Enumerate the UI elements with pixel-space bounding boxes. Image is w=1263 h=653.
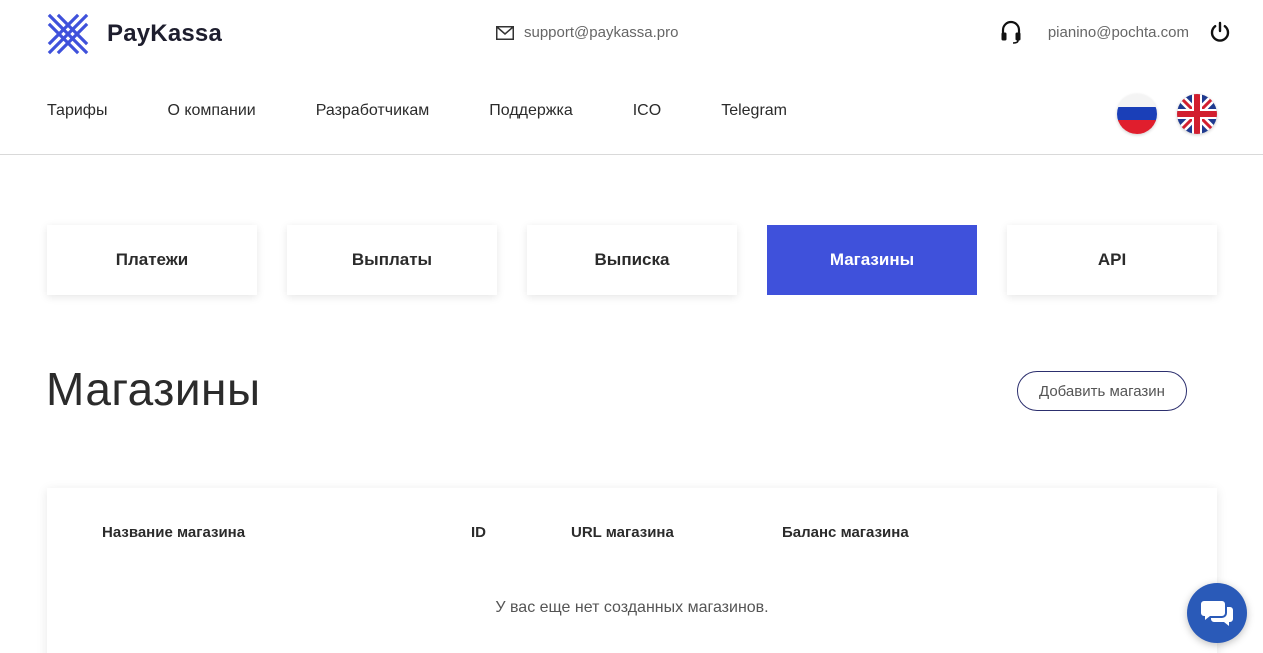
- main-nav: Тарифы О компании Разработчикам Поддержк…: [47, 102, 847, 120]
- nav-item-ico[interactable]: ICO: [633, 102, 661, 120]
- brand-name: PayKassa: [107, 20, 223, 47]
- language-switcher: [1117, 94, 1217, 134]
- support-contact[interactable]: support@paykassa.pro: [496, 24, 678, 41]
- tab-api[interactable]: API: [1007, 225, 1217, 295]
- power-icon[interactable]: [1209, 21, 1231, 43]
- tab-shops[interactable]: Магазины: [767, 225, 977, 295]
- tab-payments[interactable]: Платежи: [47, 225, 257, 295]
- ru-flag-icon[interactable]: [1117, 94, 1157, 134]
- shops-table: Название магазина ID URL магазина Баланс…: [47, 488, 1217, 653]
- top-bar: PayKassa support@paykassa.pro pianino@po…: [0, 0, 1263, 70]
- column-header-id[interactable]: ID: [471, 524, 486, 541]
- user-area: pianino@pochta.com: [1000, 20, 1231, 44]
- header-divider: [0, 154, 1263, 155]
- chat-widget-button[interactable]: [1187, 583, 1247, 643]
- column-header-shop-name[interactable]: Название магазина: [102, 524, 245, 541]
- empty-state-text: У вас еще нет созданных магазинов.: [495, 599, 769, 616]
- add-shop-button[interactable]: Добавить магазин: [1017, 371, 1187, 411]
- page-title: Магазины: [46, 363, 261, 415]
- tab-payouts[interactable]: Выплаты: [287, 225, 497, 295]
- support-email[interactable]: support@paykassa.pro: [524, 24, 678, 41]
- column-header-url[interactable]: URL магазина: [571, 524, 674, 541]
- uk-flag-icon[interactable]: [1177, 94, 1217, 134]
- nav-item-developers[interactable]: Разработчикам: [316, 102, 430, 120]
- column-header-balance[interactable]: Баланс магазина: [782, 524, 909, 541]
- nav-item-about[interactable]: О компании: [167, 102, 255, 120]
- tab-statement[interactable]: Выписка: [527, 225, 737, 295]
- user-email[interactable]: pianino@pochta.com: [1048, 24, 1189, 41]
- mail-icon: [496, 25, 514, 40]
- paykassa-logo-icon: [47, 13, 89, 55]
- nav-item-tariffs[interactable]: Тарифы: [47, 102, 107, 120]
- nav-item-support[interactable]: Поддержка: [489, 102, 572, 120]
- section-tabs: Платежи Выплаты Выписка Магазины API: [47, 225, 1217, 295]
- chat-bubbles-icon: [1201, 601, 1233, 626]
- headset-icon[interactable]: [1000, 20, 1022, 44]
- logo[interactable]: PayKassa: [47, 13, 222, 55]
- nav-item-telegram[interactable]: Telegram: [721, 102, 787, 120]
